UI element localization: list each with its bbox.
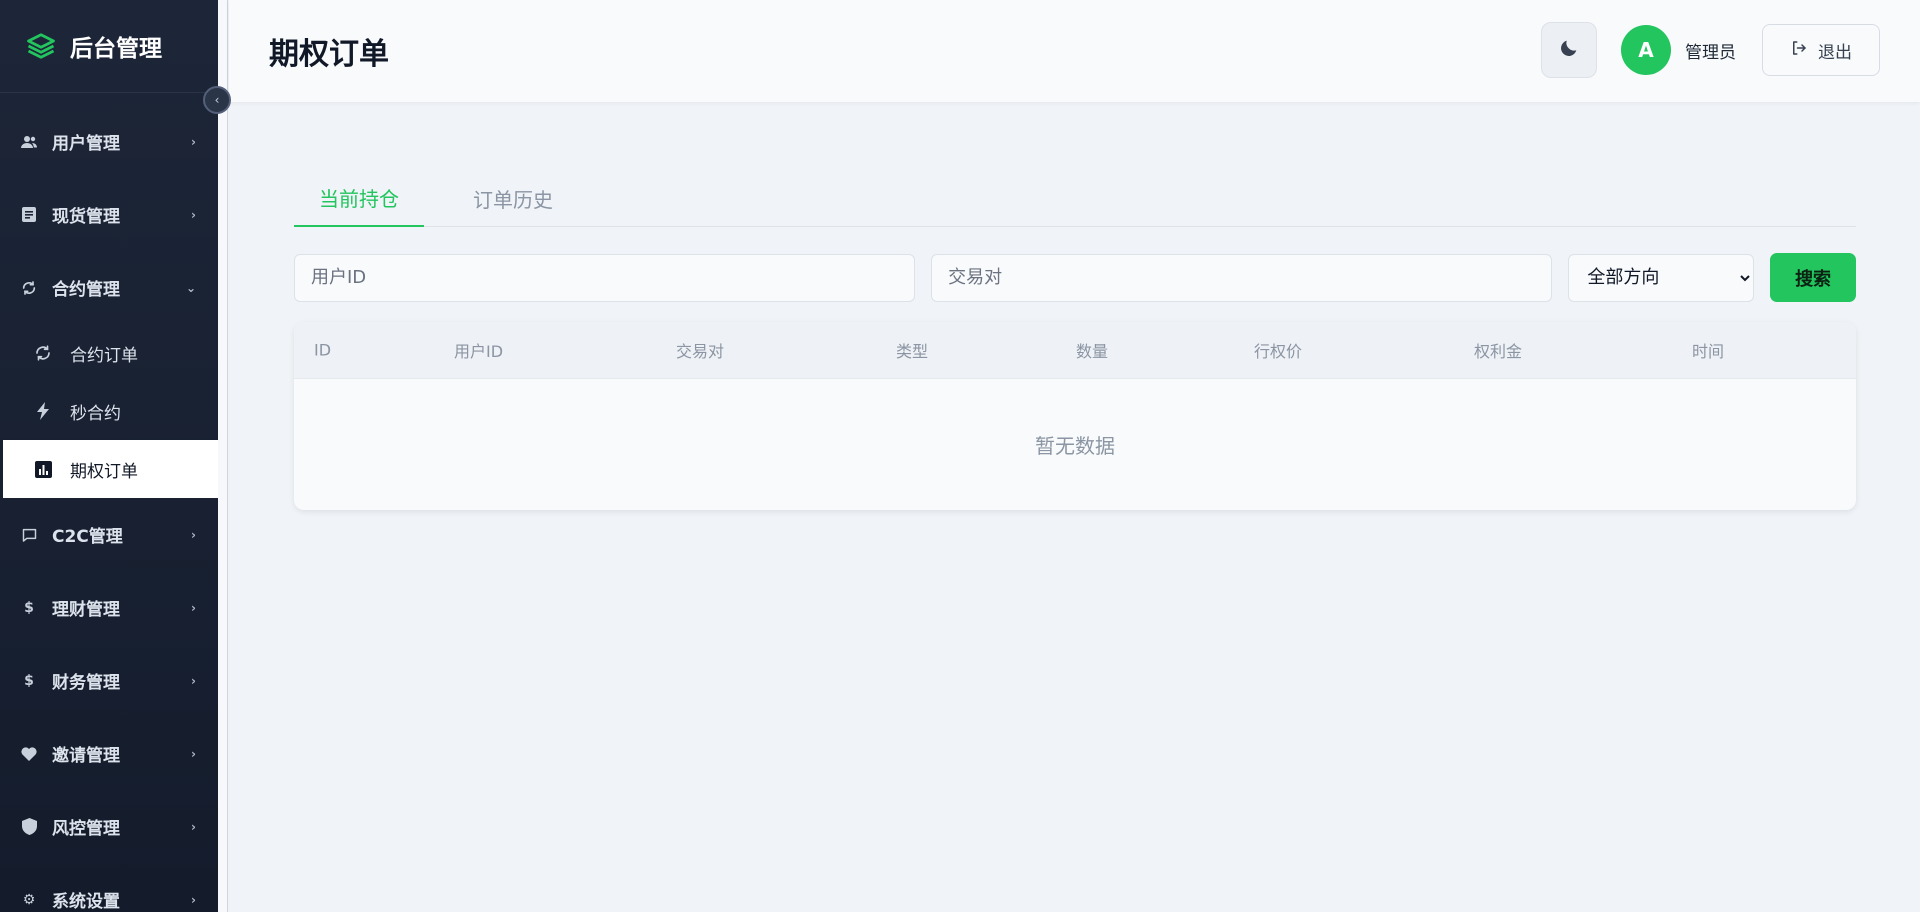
sidebar-item-option-orders[interactable]: 期权订单	[3, 440, 218, 498]
sidebar-item-c2c[interactable]: C2C管理 ›	[0, 498, 218, 571]
sidebar-item-settings[interactable]: ⚙ 系统设置 ›	[0, 863, 218, 912]
sidebar-item-label: 合约订单	[70, 345, 138, 366]
sidebar-item-contract[interactable]: 合约管理 ⌄	[0, 251, 218, 324]
sidebar-item-finance[interactable]: $ 财务管理 ›	[0, 644, 218, 717]
sidebar-item-label: 期权订单	[70, 461, 138, 482]
bolt-icon	[34, 402, 52, 420]
sidebar-edge	[218, 0, 228, 912]
sidebar-item-label: 理财管理	[52, 600, 120, 620]
bar-chart-icon	[34, 460, 52, 478]
brand-title: 后台管理	[70, 36, 162, 62]
column-header-strike-price[interactable]: 行权价	[1254, 338, 1302, 362]
refresh-icon	[34, 344, 52, 362]
sidebar-item-label: 合约管理	[52, 280, 120, 300]
avatar[interactable]: A	[1621, 25, 1671, 75]
document-icon	[20, 206, 38, 224]
column-header-premium[interactable]: 权利金	[1474, 338, 1522, 362]
sidebar-collapse-button[interactable]: ‹	[203, 86, 231, 114]
sidebar-item-label: C2C管理	[52, 527, 123, 547]
layers-icon	[24, 29, 58, 63]
column-header-pair[interactable]: 交易对	[676, 338, 724, 362]
chevron-right-icon: ›	[191, 892, 196, 907]
empty-state: 暂无数据	[294, 378, 1856, 510]
chat-icon	[20, 526, 38, 544]
sidebar-item-wealth[interactable]: $ 理财管理 ›	[0, 571, 218, 644]
main-content: 当前持仓 订单历史 全部方向 搜索 ID 用户ID 交易对 类型 数量 行权价 …	[294, 170, 1856, 510]
column-header-time[interactable]: 时间	[1692, 338, 1724, 362]
top-header: 期权订单 A 管理员 退出	[229, 0, 1920, 102]
moon-icon	[1558, 37, 1580, 63]
chevron-right-icon: ›	[191, 746, 196, 761]
sidebar-item-label: 秒合约	[70, 403, 121, 424]
column-header-user-id[interactable]: 用户ID	[454, 338, 503, 362]
sidebar-item-label: 邀请管理	[52, 746, 120, 766]
sidebar-item-label: 风控管理	[52, 819, 120, 839]
sidebar-item-label: 财务管理	[52, 673, 120, 693]
sidebar-item-spot[interactable]: 现货管理 ›	[0, 178, 218, 251]
sidebar-item-label: 系统设置	[52, 892, 120, 912]
heart-icon	[20, 745, 38, 763]
sidebar-item-invite[interactable]: 邀请管理 ›	[0, 717, 218, 790]
logout-icon	[1790, 39, 1808, 62]
gear-icon: ⚙	[22, 891, 36, 908]
tab-order-history[interactable]: 订单历史	[448, 170, 578, 227]
column-header-type[interactable]: 类型	[896, 338, 928, 362]
chevron-right-icon: ›	[191, 134, 196, 149]
chevron-right-icon: ›	[191, 527, 196, 542]
sidebar-item-users[interactable]: 用户管理 ›	[0, 105, 218, 178]
tab-current-positions[interactable]: 当前持仓	[294, 170, 424, 227]
shield-icon	[20, 818, 38, 836]
sidebar-item-label: 用户管理	[52, 134, 120, 154]
sidebar-item-contract-orders[interactable]: 合约订单	[0, 324, 218, 382]
orders-table: ID 用户ID 交易对 类型 数量 行权价 权利金 时间 暂无数据	[294, 322, 1856, 510]
logout-button[interactable]: 退出	[1762, 24, 1880, 76]
pair-input[interactable]	[931, 253, 1553, 302]
column-header-quantity[interactable]: 数量	[1076, 338, 1108, 362]
chevron-right-icon: ›	[191, 600, 196, 615]
search-button[interactable]: 搜索	[1770, 253, 1856, 302]
table-header: ID 用户ID 交易对 类型 数量 行权价 权利金 时间	[294, 322, 1856, 378]
chevron-down-icon: ⌄	[185, 280, 196, 295]
dollar-icon: $	[24, 599, 34, 616]
page-title: 期权订单	[269, 37, 389, 72]
sidebar-menu: 用户管理 › 现货管理 › 合约管理 ⌄ 合约订单 秒合约 期权订单 C2C管理…	[0, 93, 218, 912]
sidebar-item-risk[interactable]: 风控管理 ›	[0, 790, 218, 863]
sidebar: 后台管理 用户管理 › 现货管理 › 合约管理 ⌄ 合约订单 秒合约 期权订单 …	[0, 0, 218, 912]
refresh-icon	[20, 279, 38, 297]
chevron-left-icon: ‹	[214, 93, 220, 107]
dollar-icon: $	[24, 672, 34, 689]
logout-label: 退出	[1818, 42, 1852, 63]
sidebar-item-label: 现货管理	[52, 207, 120, 227]
user-id-input[interactable]	[294, 253, 916, 302]
column-header-id[interactable]: ID	[314, 341, 331, 360]
users-icon	[20, 133, 38, 151]
tabs: 当前持仓 订单历史	[294, 170, 1856, 227]
header-actions: A 管理员 退出	[1541, 22, 1880, 78]
chevron-right-icon: ›	[191, 207, 196, 222]
sidebar-item-second-contract[interactable]: 秒合约	[0, 382, 218, 440]
direction-select[interactable]: 全部方向	[1568, 253, 1755, 302]
theme-toggle-button[interactable]	[1541, 22, 1597, 78]
chevron-right-icon: ›	[191, 819, 196, 834]
filter-bar: 全部方向 搜索	[294, 253, 1856, 302]
brand: 后台管理	[0, 0, 218, 93]
chevron-right-icon: ›	[191, 673, 196, 688]
user-name: 管理员	[1685, 42, 1736, 63]
